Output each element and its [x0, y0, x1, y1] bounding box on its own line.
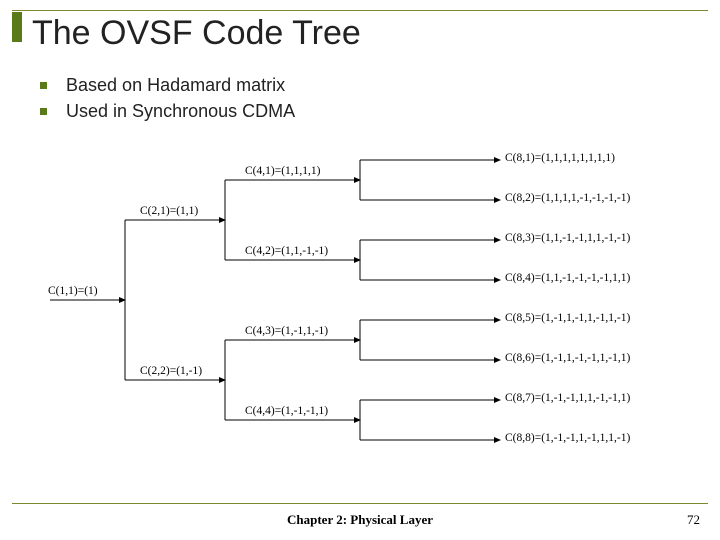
node-c81: C(8,1)=(1,1,1,1,1,1,1,1): [505, 152, 615, 164]
node-c42: C(4,2)=(1,1,-1,-1): [245, 245, 328, 257]
footer-page-number: 72: [687, 512, 700, 528]
node-c88: C(8,8)=(1,-1,-1,1,-1,1,1,-1): [505, 432, 630, 444]
bullet-marker-icon: [40, 82, 47, 89]
top-rule: [12, 10, 708, 11]
title-accent: [12, 12, 22, 42]
node-c82: C(8,2)=(1,1,1,1,-1,-1,-1,-1): [505, 192, 630, 204]
bullet-item: Based on Hadamard matrix: [40, 74, 295, 96]
tree-svg: [30, 140, 690, 480]
node-c41: C(4,1)=(1,1,1,1): [245, 165, 320, 177]
node-c87: C(8,7)=(1,-1,-1,1,1,-1,-1,1): [505, 392, 630, 404]
bullet-text: Based on Hadamard matrix: [66, 75, 285, 95]
node-c86: C(8,6)=(1,-1,1,-1,-1,1,-1,1): [505, 352, 630, 364]
node-c21: C(2,1)=(1,1): [140, 205, 198, 217]
bullet-text: Used in Synchronous CDMA: [66, 101, 295, 121]
node-c84: C(8,4)=(1,1,-1,-1,-1,-1,1,1): [505, 272, 630, 284]
node-c22: C(2,2)=(1,-1): [140, 365, 202, 377]
bullet-marker-icon: [40, 108, 47, 115]
node-c43: C(4,3)=(1,-1,1,-1): [245, 325, 328, 337]
ovsf-tree-diagram: C(1,1)=(1) C(2,1)=(1,1) C(2,2)=(1,-1) C(…: [30, 140, 690, 480]
bullet-list: Based on Hadamard matrix Used in Synchro…: [40, 70, 295, 126]
node-c85: C(8,5)=(1,-1,1,-1,1,-1,1,-1): [505, 312, 630, 324]
bullet-item: Used in Synchronous CDMA: [40, 100, 295, 122]
slide-title: The OVSF Code Tree: [32, 14, 361, 53]
bottom-rule: [12, 503, 708, 504]
node-c44: C(4,4)=(1,-1,-1,1): [245, 405, 328, 417]
node-c11: C(1,1)=(1): [48, 285, 98, 297]
node-c83: C(8,3)=(1,1,-1,-1,1,1,-1,-1): [505, 232, 630, 244]
footer-chapter: Chapter 2: Physical Layer: [0, 512, 720, 528]
